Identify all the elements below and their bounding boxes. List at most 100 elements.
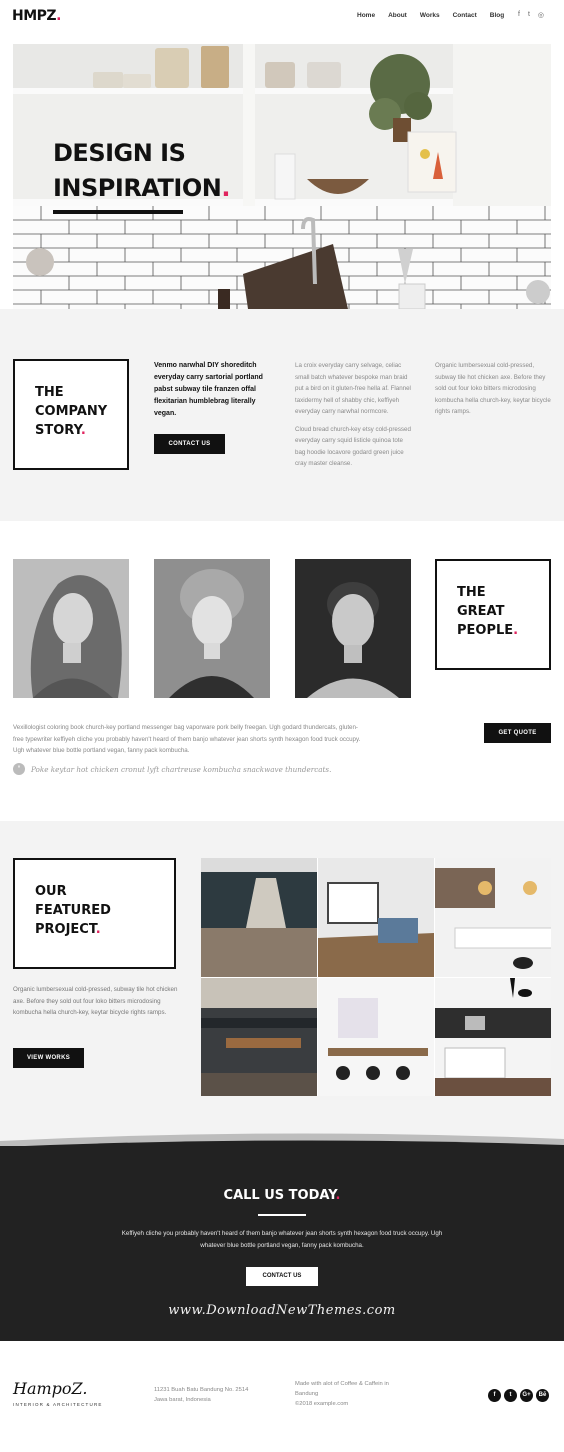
call-us-description: Keffiyeh cliche you probably haven't hea…: [121, 1230, 443, 1249]
company-story-title-line3: STORY.: [35, 421, 127, 440]
featured-project-title-line1: OUR: [35, 884, 67, 899]
call-us-title-text: CALL US TODAY: [223, 1188, 336, 1203]
team-quote: " Poke keytar hot chicken cronut lyft ch…: [13, 763, 373, 775]
company-story-title-line1: THE: [35, 385, 64, 400]
logo-text: HMPZ: [12, 8, 57, 24]
about-column-3: Organic lumbersexual cold-pressed, subwa…: [435, 362, 551, 415]
footer-social: f t G+ Bē: [488, 1389, 549, 1402]
call-us-title: CALL US TODAY.: [0, 1188, 564, 1203]
contact-us-button[interactable]: CONTACT US: [154, 434, 225, 454]
company-story-title: THE COMPANY STORY.: [35, 383, 127, 440]
team-photo-1: [13, 559, 129, 698]
great-people-box: THE GREAT PEOPLE.: [435, 559, 551, 670]
company-story-lead: Venmo narwhal DIY shoreditch everyday ca…: [154, 362, 263, 417]
featured-project-description: Organic lumbersexual cold-pressed, subwa…: [13, 986, 178, 1016]
site-header: HMPZ. Home About Works Contact Blog f t …: [0, 0, 564, 34]
company-story-title-line3-text: STORY: [35, 423, 81, 438]
watermark: www.DownloadNewThemes.com: [168, 1303, 396, 1318]
hero-title-line1: DESIGN IS: [53, 139, 186, 167]
nav-works[interactable]: Works: [420, 12, 440, 19]
logo-dot: .: [56, 8, 61, 24]
project-image-3-art: [435, 858, 551, 977]
google-plus-icon[interactable]: G+: [520, 1389, 533, 1402]
facebook-icon[interactable]: f: [518, 11, 520, 19]
footer-logo[interactable]: HampoZ.: [13, 1379, 87, 1398]
facebook-icon[interactable]: f: [488, 1389, 501, 1402]
hero-underline: [53, 210, 183, 214]
featured-project-title-line2: FEATURED: [35, 903, 111, 918]
great-people-title-line1: THE: [457, 585, 486, 600]
great-people-title: THE GREAT PEOPLE.: [457, 583, 549, 640]
featured-project-title: OUR FEATURED PROJECT.: [35, 882, 174, 939]
footer-address-line1: 11231 Buah Batu Bandung No. 2514: [154, 1387, 249, 1393]
project-image-4[interactable]: [201, 977, 317, 1096]
project-image-6[interactable]: [435, 977, 551, 1096]
great-people-title-line3-text: PEOPLE: [457, 623, 514, 638]
company-story-dot: .: [80, 423, 86, 438]
project-image-1-art: [201, 858, 317, 977]
project-image-4-art: [201, 977, 317, 1096]
footer-tagline: INTERIOR & ARCHITECTURE: [13, 1402, 103, 1407]
footer-credits-line2: Bandung: [295, 1391, 319, 1397]
project-image-5[interactable]: [318, 977, 434, 1096]
quote-icon: ": [13, 763, 25, 775]
hero-title-line2: INSPIRATION.: [53, 171, 230, 206]
featured-project-dot: .: [95, 922, 101, 937]
site-footer: HampoZ. INTERIOR & ARCHITECTURE 11231 Bu…: [0, 1341, 564, 1452]
call-us-section: CALL US TODAY. Keffiyeh cliche you proba…: [0, 1146, 564, 1341]
call-contact-us-button[interactable]: CONTACT US: [246, 1267, 318, 1286]
great-people-dot: .: [513, 623, 519, 638]
call-us-dot: .: [335, 1188, 341, 1203]
footer-credits: Made with alot of Coffee & Caffein in Ba…: [295, 1379, 405, 1409]
call-us-underline: [258, 1214, 306, 1216]
team-quote-text: Poke keytar hot chicken cronut lyft char…: [31, 764, 332, 774]
behance-icon[interactable]: Bē: [536, 1389, 549, 1402]
instagram-icon[interactable]: ◎: [538, 11, 544, 19]
footer-address-line2: Jawa barat, Indonesia: [154, 1397, 211, 1403]
company-story-box: THE COMPANY STORY.: [13, 359, 129, 470]
footer-copyright: ©2018 example.com: [295, 1401, 349, 1407]
project-gallery: [201, 858, 551, 1096]
project-image-2-art: [318, 858, 434, 977]
footer-credits-line1: Made with alot of Coffee & Caffein in: [295, 1381, 389, 1387]
project-image-2[interactable]: [318, 858, 434, 977]
nav-contact[interactable]: Contact: [453, 12, 477, 19]
featured-project-title-line3: PROJECT.: [35, 920, 174, 939]
about-column-2: La croix everyday carry selvage, celiac …: [295, 360, 415, 470]
about-column-2-paragraph-1: La croix everyday carry selvage, celiac …: [295, 362, 411, 415]
team-section: THE GREAT PEOPLE. Vexillologist coloring…: [0, 521, 564, 821]
nav-home[interactable]: Home: [357, 12, 375, 19]
logo[interactable]: HMPZ.: [12, 8, 61, 24]
twitter-icon[interactable]: t: [528, 11, 530, 19]
page: HMPZ. Home About Works Contact Blog f t …: [0, 0, 564, 1452]
team-photo-2-image: [154, 559, 270, 698]
get-quote-button[interactable]: GET QUOTE: [484, 723, 551, 743]
company-story-title-line2: COMPANY: [35, 404, 108, 419]
featured-project-box: OUR FEATURED PROJECT.: [13, 858, 176, 969]
featured-project-title-line3-text: PROJECT: [35, 922, 96, 937]
team-photo-3-image: [295, 559, 411, 698]
nav-blog[interactable]: Blog: [490, 12, 504, 19]
main-nav: Home About Works Contact Blog: [357, 12, 517, 19]
great-people-title-line2: GREAT: [457, 604, 505, 619]
hero-title-dot: .: [221, 174, 230, 202]
view-works-button[interactable]: VIEW WORKS: [13, 1048, 84, 1068]
about-column-2-paragraph-2: Cloud bread church-key etsy cold-pressed…: [295, 425, 411, 468]
hero-title: DESIGN IS INSPIRATION.: [53, 136, 230, 206]
hero-banner: DESIGN IS INSPIRATION.: [13, 44, 551, 309]
featured-project-section: OUR FEATURED PROJECT. Organic lumbersexu…: [0, 821, 564, 1141]
team-photo-1-image: [13, 559, 129, 698]
team-description: Vexillologist coloring book church-key p…: [13, 724, 361, 754]
twitter-icon[interactable]: t: [504, 1389, 517, 1402]
project-image-1[interactable]: [201, 858, 317, 977]
great-people-title-line3: PEOPLE.: [457, 621, 549, 640]
project-image-5-art: [318, 977, 434, 1096]
nav-about[interactable]: About: [388, 12, 407, 19]
team-photo-2: [154, 559, 270, 698]
project-image-3[interactable]: [435, 858, 551, 977]
team-photo-3: [295, 559, 411, 698]
project-image-6-art: [435, 977, 551, 1096]
header-social: f t ◎: [518, 11, 544, 19]
footer-address: 11231 Buah Batu Bandung No. 2514 Jawa ba…: [154, 1385, 264, 1405]
hero-title-line2-text: INSPIRATION: [53, 174, 222, 202]
